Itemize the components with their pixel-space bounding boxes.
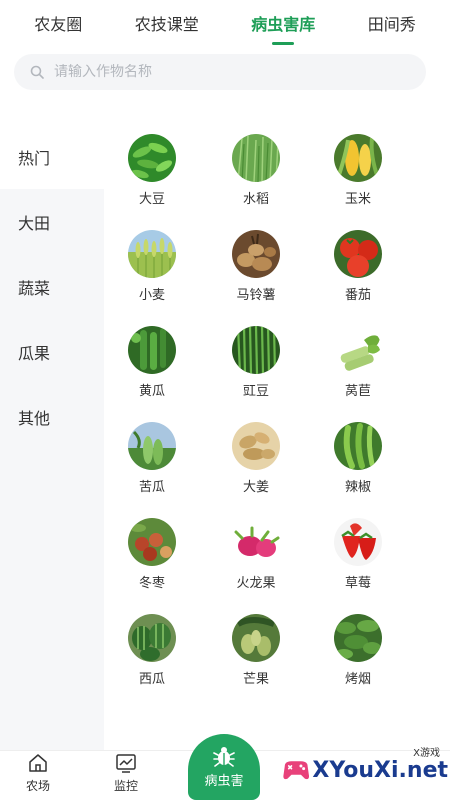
- sidebar-item-other[interactable]: 其他: [0, 384, 104, 449]
- nav-farm[interactable]: 农场: [8, 753, 68, 794]
- nav-pest-label: 病虫害: [204, 774, 244, 789]
- crop-item-cucumber[interactable]: 黄瓜: [102, 326, 202, 406]
- tab-pest-library[interactable]: 病虫害库: [245, 3, 321, 43]
- crop-label: 马铃薯: [236, 288, 276, 303]
- crop-label: 豇豆: [242, 384, 269, 399]
- crop-item-soybean[interactable]: 大豆: [102, 134, 202, 214]
- crop-label: 莴苣: [344, 384, 371, 399]
- tomato-image: [334, 230, 382, 278]
- home-icon: [29, 754, 47, 772]
- tobacco-image: [334, 614, 382, 662]
- crop-item-lettuce[interactable]: 莴苣: [308, 326, 408, 406]
- nav-farm-label: 农场: [25, 779, 50, 793]
- potato-image: [232, 230, 280, 278]
- crop-item-watermelon[interactable]: 西瓜: [102, 614, 202, 694]
- search-input[interactable]: [54, 64, 394, 80]
- jujube-image: [128, 518, 176, 566]
- crop-item-strawberry[interactable]: 草莓: [308, 518, 408, 598]
- tab-field-show[interactable]: 田间秀: [362, 3, 422, 43]
- watermark-text: XYouXi.net: [312, 757, 448, 783]
- crop-item-pepper[interactable]: 辣椒: [308, 422, 408, 502]
- lettuce-image: [334, 326, 382, 374]
- game-controller-logo-icon: [283, 761, 310, 780]
- mango-image: [232, 614, 280, 662]
- crop-label: 大豆: [138, 192, 165, 207]
- crop-item-wheat[interactable]: 小麦: [102, 230, 202, 310]
- crop-item-jujube[interactable]: 冬枣: [102, 518, 202, 598]
- crop-item-tomato[interactable]: 番茄: [308, 230, 408, 310]
- search-bar[interactable]: [14, 54, 426, 90]
- crop-label: 番茄: [344, 288, 371, 303]
- top-tab-bar: 农友圈 农技课堂 病虫害库 田间秀: [0, 0, 450, 46]
- search-icon: [30, 65, 44, 79]
- crop-label: 辣椒: [344, 480, 371, 495]
- corn-image: [334, 134, 382, 182]
- category-sidebar: 热门 大田 蔬菜 瓜果 其他: [0, 124, 104, 750]
- bug-icon: [213, 747, 235, 767]
- soybean-image: [128, 134, 176, 182]
- crop-item-cowpea[interactable]: 豇豆: [206, 326, 306, 406]
- crop-label: 玉米: [344, 192, 371, 207]
- nav-monitor[interactable]: 监控: [96, 753, 156, 794]
- bitter-gourd-image: [128, 422, 176, 470]
- monitor-icon: [116, 754, 136, 773]
- sidebar-item-hot[interactable]: 热门: [0, 124, 104, 189]
- wheat-image: [128, 230, 176, 278]
- crop-item-dragon-fruit[interactable]: 火龙果: [206, 518, 306, 598]
- watermelon-image: [128, 614, 176, 662]
- ginger-image: [232, 422, 280, 470]
- watermark: XYouXi.net X游戏: [282, 742, 448, 798]
- crop-label: 小麦: [138, 288, 165, 303]
- watermark-small-text: X游戏: [413, 748, 440, 759]
- crop-label: 草莓: [344, 576, 371, 591]
- crop-item-tobacco[interactable]: 烤烟: [308, 614, 408, 694]
- tab-agri-class[interactable]: 农技课堂: [129, 3, 205, 43]
- crop-label: 冬枣: [138, 576, 165, 591]
- crop-label: 火龙果: [236, 576, 276, 591]
- tab-farm-friends[interactable]: 农友圈: [28, 3, 88, 43]
- crop-label: 芒果: [242, 672, 269, 687]
- nav-monitor-label: 监控: [113, 779, 138, 793]
- crop-item-mango[interactable]: 芒果: [206, 614, 306, 694]
- cowpea-image: [232, 326, 280, 374]
- strawberry-image: [334, 518, 382, 566]
- crop-item-bitter-gourd[interactable]: 苦瓜: [102, 422, 202, 502]
- crop-grid: 大豆 水稻 玉米 小麦 马铃薯 番茄 黄瓜 豇豆 莴苣 苦瓜 大姜 辣椒 冬枣 …: [104, 124, 450, 714]
- crop-item-ginger[interactable]: 大姜: [206, 422, 306, 502]
- rice-image: [232, 134, 280, 182]
- crop-label: 黄瓜: [138, 384, 165, 399]
- sidebar-item-field-crops[interactable]: 大田: [0, 189, 104, 254]
- crop-label: 大姜: [242, 480, 269, 495]
- crop-label: 苦瓜: [138, 480, 165, 495]
- dragon-fruit-image: [232, 518, 280, 566]
- nav-pest-button[interactable]: 病虫害: [188, 734, 260, 800]
- crop-label: 水稻: [242, 192, 269, 207]
- crop-item-rice[interactable]: 水稻: [206, 134, 306, 214]
- cucumber-image: [128, 326, 176, 374]
- crop-label: 西瓜: [138, 672, 165, 687]
- crop-item-potato[interactable]: 马铃薯: [206, 230, 306, 310]
- pepper-image: [334, 422, 382, 470]
- sidebar-item-vegetables[interactable]: 蔬菜: [0, 254, 104, 319]
- crop-item-corn[interactable]: 玉米: [308, 134, 408, 214]
- sidebar-item-melons-fruits[interactable]: 瓜果: [0, 319, 104, 384]
- crop-label: 烤烟: [344, 672, 371, 687]
